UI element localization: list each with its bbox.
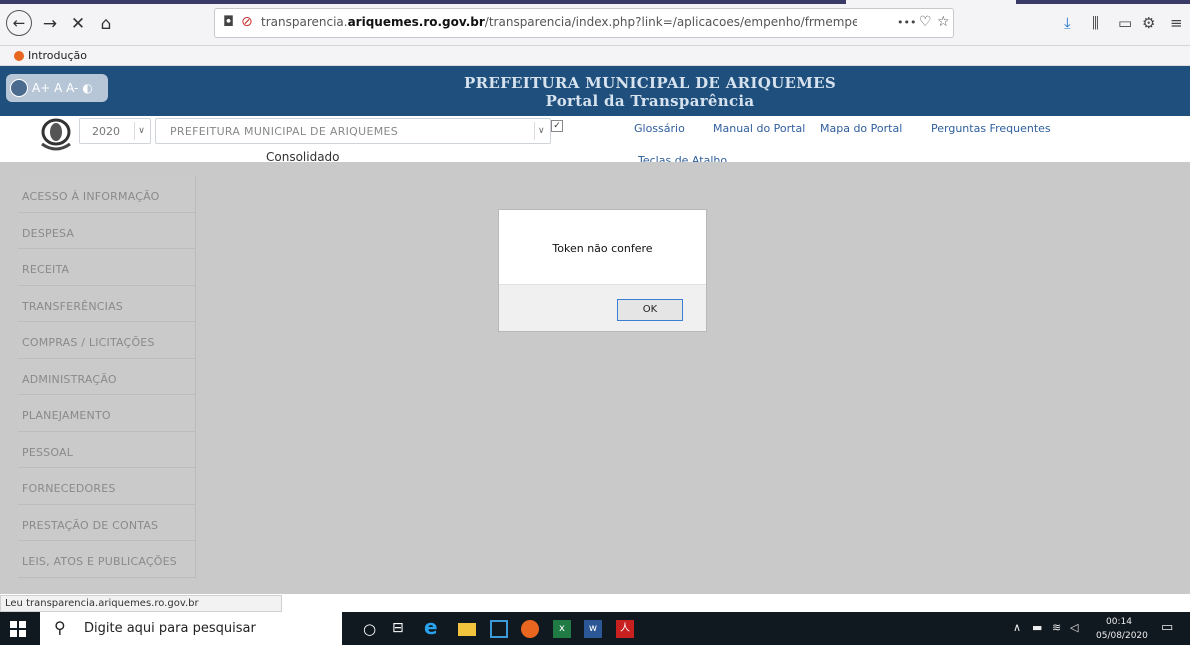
page-title-line1: PREFEITURA MUNICIPAL DE ARIQUEMES	[464, 74, 836, 92]
url-text[interactable]: transparencia.ariquemes.ro.gov.br/transp…	[261, 15, 857, 29]
bookmarks-bar: Introdução	[0, 46, 1190, 66]
taskbar: ⚲ Digite aqui para pesquisar ○ ⊟ e x w 人…	[0, 612, 1190, 645]
notification-icon[interactable]: ▭	[1161, 620, 1173, 635]
ok-button[interactable]: OK	[617, 299, 683, 321]
url-bar[interactable]: ◘ ⊘ transparencia.ariquemes.ro.gov.br/tr…	[214, 8, 954, 38]
entity-select[interactable]: PREFEITURA MUNICIPAL DE ARIQUEMES ∨	[155, 118, 551, 144]
firefox-icon[interactable]	[521, 620, 539, 638]
edge-icon[interactable]: e	[424, 615, 442, 639]
word-icon[interactable]: w	[584, 620, 602, 638]
sidebar-item-acesso-informacao[interactable]: ACESSO À INFORMAÇÃO	[18, 176, 196, 213]
chevron-down-icon[interactable]: ∨	[534, 122, 548, 140]
shield-icon[interactable]: ◘	[223, 14, 234, 30]
accessibility-bar[interactable]: A+ A A- ◐	[6, 74, 108, 102]
sidebar-item-prestacao-contas[interactable]: PRESTAÇÃO DE CONTAS	[18, 504, 196, 541]
battery-icon[interactable]: ▬	[1032, 621, 1042, 634]
year-select[interactable]: 2020 ∨	[79, 118, 151, 144]
menu-icon[interactable]: ≡	[1170, 14, 1183, 32]
tab-strip	[0, 0, 846, 4]
link-manual-portal[interactable]: Manual do Portal	[713, 122, 805, 135]
sidebar-item-fornecedores[interactable]: FORNECEDORES	[18, 468, 196, 505]
entity-value: PREFEITURA MUNICIPAL DE ARIQUEMES	[170, 125, 399, 138]
taskbar-search[interactable]: ⚲ Digite aqui para pesquisar	[40, 612, 342, 645]
cortana-icon[interactable]: ○	[363, 620, 381, 638]
site-header: A+ A A- ◐ PREFEITURA MUNICIPAL DE ARIQUE…	[0, 66, 1190, 116]
store-icon[interactable]	[490, 620, 508, 638]
sidebar-item-receita[interactable]: RECEITA	[18, 249, 196, 286]
link-glossario[interactable]: Glossário	[634, 122, 685, 135]
library-icon[interactable]: ⫼	[1092, 14, 1099, 32]
sidebar-item-compras-licitacoes[interactable]: COMPRAS / LICITAÇÕES	[18, 322, 196, 359]
search-placeholder: Digite aqui para pesquisar	[84, 621, 256, 636]
clock-time[interactable]: 00:14	[1106, 617, 1132, 627]
forward-button[interactable]: →	[38, 12, 62, 36]
link-perguntas-frequentes[interactable]: Perguntas Frequentes	[931, 122, 1051, 135]
volume-icon[interactable]: ◁	[1070, 621, 1078, 634]
excel-icon[interactable]: x	[553, 620, 571, 638]
download-icon[interactable]: ⤓	[1064, 14, 1071, 32]
year-value: 2020	[92, 125, 120, 138]
file-explorer-icon[interactable]	[458, 623, 476, 636]
bookmark-introducao[interactable]: Introdução	[14, 49, 87, 62]
page-title: PREFEITURA MUNICIPAL DE ARIQUEMES Portal…	[380, 74, 920, 110]
page-title-line2: Portal da Transparência	[545, 92, 755, 110]
consolidated-checkbox[interactable]: ✓	[551, 120, 563, 132]
tray-chevron-icon[interactable]: ∧	[1013, 621, 1021, 634]
sidebar-item-pessoal[interactable]: PESSOAL	[18, 431, 196, 468]
task-view-icon[interactable]: ⊟	[392, 620, 410, 638]
start-button[interactable]	[10, 621, 26, 637]
page-actions-button[interactable]: •••	[897, 16, 916, 29]
link-mapa-portal[interactable]: Mapa do Portal	[820, 122, 902, 135]
dialog-footer: OK	[499, 284, 706, 331]
font-size-controls[interactable]: A+ A A-	[32, 81, 78, 95]
sidebar-item-leis-atos[interactable]: LEIS, ATOS E PUBLICAÇÕES	[18, 541, 196, 578]
sidebar-item-administracao[interactable]: ADMINISTRAÇÃO	[18, 358, 196, 395]
wifi-icon[interactable]: ≋	[1052, 621, 1061, 634]
insecure-lock-icon[interactable]: ⊘	[241, 14, 253, 30]
clock-date[interactable]: 05/08/2020	[1096, 631, 1148, 641]
stop-button[interactable]: ✕	[66, 12, 90, 36]
municipal-logo	[41, 118, 71, 151]
back-button[interactable]: ←	[6, 10, 32, 36]
acrobat-icon[interactable]: 人	[616, 620, 634, 638]
chevron-down-icon[interactable]: ∨	[134, 122, 148, 140]
extension-icon[interactable]: ⚙	[1142, 14, 1155, 32]
accessibility-icon[interactable]	[10, 79, 28, 97]
sidebar-item-transferencias[interactable]: TRANSFERÊNCIAS	[18, 285, 196, 322]
sidebar-item-planejamento[interactable]: PLANEJAMENTO	[18, 395, 196, 432]
tab-strip-right	[1016, 0, 1190, 4]
star-icon[interactable]: ☆	[937, 14, 950, 30]
alert-dialog: Token não confere OK	[498, 209, 707, 332]
sidebar-menu: ACESSO À INFORMAÇÃO DESPESA RECEITA TRAN…	[18, 176, 196, 578]
sidebar-icon[interactable]: ▭	[1118, 14, 1132, 32]
dialog-message: Token não confere	[552, 242, 653, 255]
firefox-icon	[14, 50, 24, 61]
sidebar-item-despesa[interactable]: DESPESA	[18, 212, 196, 249]
browser-toolbar: ← → ✕ ⌂ ◘ ⊘ transparencia.ariquemes.ro.g…	[0, 0, 1190, 46]
bookmark-label: Introdução	[28, 49, 88, 62]
status-bar: Leu transparencia.ariquemes.ro.gov.br	[0, 595, 282, 612]
pocket-icon[interactable]: ♡	[919, 14, 932, 30]
contrast-icon[interactable]: ◐	[82, 81, 92, 95]
home-icon[interactable]: ⌂	[94, 12, 118, 36]
search-icon: ⚲	[54, 618, 66, 637]
